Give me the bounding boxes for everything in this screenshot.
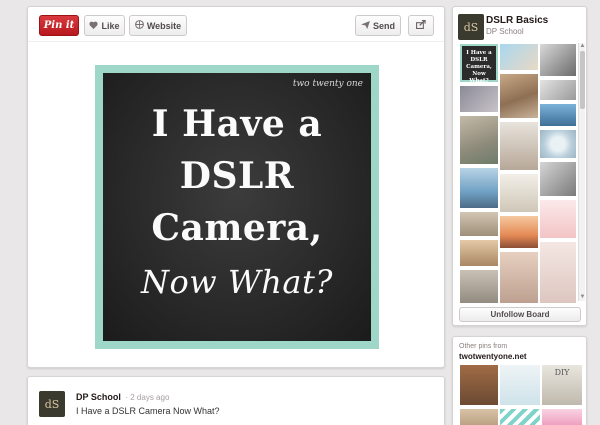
commenter-avatar[interactable]: dS [39, 391, 65, 417]
other-pin-thumb[interactable] [499, 408, 541, 425]
unfollow-board-label: Unfollow Board [490, 310, 550, 319]
board-thumb[interactable] [539, 79, 577, 101]
board-thumb[interactable] [499, 121, 539, 171]
board-thumb[interactable] [499, 43, 539, 71]
scroll-down-icon[interactable]: ▼ [579, 294, 586, 301]
board-scrollbar[interactable]: ▲ ▼ [578, 43, 585, 301]
pin-comment: dS DP School · 2 days ago I Have a DSLR … [27, 376, 445, 425]
scrollbar-thumb[interactable] [580, 51, 585, 109]
other-pin-thumb-text: DIY [554, 368, 570, 377]
pin-image[interactable]: two twenty one I Have a DSLR Camera, Now… [95, 65, 379, 349]
send-label: Send [372, 20, 395, 31]
pin-headline-line-1: I Have a [151, 103, 323, 145]
like-label: Like [101, 20, 120, 31]
board-thumb-text: I Have a DSLR Camera, Now What? [460, 44, 498, 84]
share-button[interactable] [408, 15, 434, 36]
comment-text: I Have a DSLR Camera Now What? [76, 406, 220, 416]
commenter-name[interactable]: DP School [76, 392, 121, 402]
board-thumb[interactable] [539, 161, 577, 197]
share-icon [416, 19, 426, 31]
board-card: dS DSLR Basics DP School I Have a DSLR C… [452, 6, 587, 326]
other-pins-site[interactable]: twotwentyone.net [459, 352, 527, 361]
board-thumb[interactable] [459, 211, 499, 237]
pin-credit: two twenty one [292, 79, 363, 89]
website-button[interactable]: Website [129, 15, 187, 36]
other-pins-label: Other pins from [459, 343, 508, 350]
heart-icon [89, 21, 99, 31]
board-thumb[interactable]: I Have a DSLR Camera, Now What? [459, 43, 499, 84]
board-avatar-text: dS [463, 20, 479, 34]
board-pin-grid: I Have a DSLR Camera, Now What? [459, 43, 577, 303]
other-pin-thumb[interactable] [459, 408, 499, 425]
send-button[interactable]: Send [355, 15, 401, 36]
other-pins-grid: DIY [459, 364, 583, 425]
other-pin-thumb[interactable] [459, 364, 499, 406]
board-thumb[interactable] [459, 85, 499, 113]
board-thumb[interactable] [539, 241, 577, 303]
board-title[interactable]: DSLR Basics [486, 15, 548, 26]
board-avatar[interactable]: dS [458, 14, 484, 40]
other-pin-thumb[interactable] [541, 408, 583, 425]
paper-plane-icon [361, 20, 370, 31]
pin-it-label: Pin it [43, 20, 75, 31]
board-thumb[interactable] [459, 167, 499, 209]
comment-header: DP School · 2 days ago [76, 392, 169, 402]
chalkboard-graphic: two twenty one I Have a DSLR Camera, Now… [103, 73, 371, 341]
board-owner[interactable]: DP School [486, 27, 524, 36]
other-pin-thumb[interactable] [499, 364, 541, 406]
board-thumb[interactable] [539, 199, 577, 239]
globe-icon [134, 20, 144, 31]
commenter-avatar-text: dS [44, 397, 60, 411]
board-thumb[interactable] [499, 73, 539, 119]
board-thumb[interactable] [499, 215, 539, 249]
pin-headline-line-3: Camera, [151, 207, 323, 249]
other-pins-card: Other pins from twotwentyone.net DIY [452, 336, 587, 425]
board-thumb[interactable] [539, 103, 577, 127]
board-thumb[interactable] [499, 251, 539, 303]
board-thumb[interactable] [459, 269, 499, 303]
board-thumb[interactable] [539, 43, 577, 77]
like-button[interactable]: Like [84, 15, 125, 36]
board-thumb[interactable] [459, 239, 499, 267]
scroll-up-icon[interactable]: ▲ [579, 43, 586, 50]
board-thumb[interactable] [459, 115, 499, 165]
board-thumb[interactable] [499, 173, 539, 213]
board-thumb[interactable] [539, 129, 577, 159]
other-pin-thumb[interactable]: DIY [541, 364, 583, 406]
website-label: Website [146, 20, 182, 31]
pin-card: Pin it Like Website Send two twenty one … [27, 6, 445, 368]
pin-toolbar: Pin it Like Website Send [28, 7, 444, 42]
comment-time: · 2 days ago [125, 393, 170, 402]
pin-it-button[interactable]: Pin it [39, 15, 79, 36]
pin-headline-line-2: DSLR [179, 155, 295, 197]
pin-headline-line-4: Now What? [141, 263, 333, 301]
unfollow-board-button[interactable]: Unfollow Board [459, 307, 581, 322]
